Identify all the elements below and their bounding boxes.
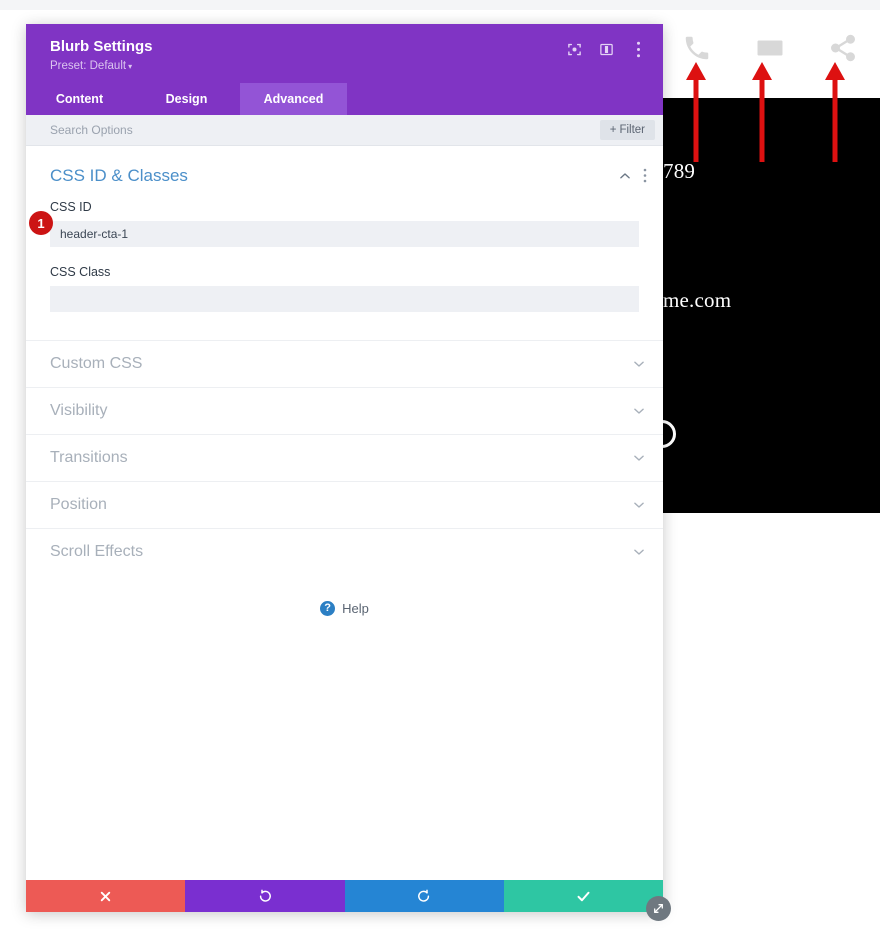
blurb-settings-modal: Blurb Settings Preset: Default ▾ Content… bbox=[26, 24, 663, 912]
modal-body[interactable]: CSS ID & Classes CSS ID header-cta-1 CSS… bbox=[26, 146, 663, 880]
modal-footer-actions bbox=[26, 880, 663, 912]
chevron-down-icon[interactable] bbox=[631, 356, 647, 372]
screenshot-root: 789 me.com Blurb Settings Preset: Defaul… bbox=[0, 0, 880, 938]
css-id-field-group: CSS ID bbox=[26, 200, 663, 248]
preview-top-strip bbox=[0, 0, 880, 10]
redo-button[interactable] bbox=[344, 880, 504, 912]
annotation-badge-1: 1 bbox=[29, 211, 53, 235]
section-position-label: Position bbox=[50, 496, 107, 514]
field-spacer bbox=[26, 247, 663, 261]
tab-advanced[interactable]: Advanced bbox=[240, 83, 347, 116]
annotation-arrow-phone bbox=[685, 62, 707, 162]
help-icon: ? bbox=[320, 601, 336, 617]
help-link[interactable]: ? Help bbox=[26, 575, 663, 617]
tab-design[interactable]: Design bbox=[133, 83, 240, 115]
resize-handle-icon[interactable] bbox=[646, 896, 671, 921]
focus-icon[interactable] bbox=[565, 40, 583, 58]
preview-phone-number: 789 bbox=[663, 159, 696, 183]
section-css-id-classes: CSS ID & Classes CSS ID header-cta-1 CSS… bbox=[26, 146, 663, 340]
section-position[interactable]: Position bbox=[26, 481, 663, 528]
plus-icon: + bbox=[609, 124, 617, 137]
chevron-down-icon[interactable] bbox=[631, 497, 647, 513]
help-label: Help bbox=[342, 601, 369, 617]
page-title: Blurb Settings bbox=[50, 38, 153, 55]
chevron-down-icon[interactable] bbox=[631, 544, 647, 560]
chevron-down-icon[interactable] bbox=[631, 403, 647, 419]
annotation-arrow-share bbox=[824, 62, 846, 162]
undo-button[interactable] bbox=[185, 880, 345, 912]
css-class-label: CSS Class bbox=[50, 265, 111, 280]
modal-tabs: Content Design Advanced bbox=[26, 83, 663, 116]
preview-email-address: me.com bbox=[663, 288, 732, 312]
section-header-controls bbox=[617, 168, 647, 185]
css-class-field-group: CSS Class bbox=[26, 265, 663, 313]
css-class-input[interactable] bbox=[50, 286, 639, 313]
discard-changes-button[interactable] bbox=[26, 880, 186, 912]
preset-label: Preset: Default bbox=[50, 60, 127, 73]
section-bottom-spacer bbox=[26, 312, 663, 340]
css-id-input[interactable] bbox=[50, 221, 639, 248]
modal-header-titles: Blurb Settings Preset: Default ▾ bbox=[50, 37, 153, 72]
css-id-label: CSS ID bbox=[50, 200, 92, 215]
section-scroll-effects[interactable]: Scroll Effects bbox=[26, 528, 663, 575]
section-transitions[interactable]: Transitions bbox=[26, 434, 663, 481]
search-input[interactable] bbox=[50, 123, 600, 138]
section-custom-css-label: Custom CSS bbox=[50, 355, 143, 373]
section-css-id-classes-title: CSS ID & Classes bbox=[50, 166, 188, 186]
chevron-up-icon[interactable] bbox=[617, 168, 633, 184]
filter-button[interactable]: + Filter bbox=[599, 120, 655, 141]
chevron-down-icon: ▾ bbox=[128, 62, 133, 72]
filter-button-label: Filter bbox=[619, 124, 645, 137]
section-custom-css[interactable]: Custom CSS bbox=[26, 340, 663, 387]
save-changes-button[interactable] bbox=[503, 880, 663, 912]
section-more-options-icon[interactable] bbox=[643, 168, 647, 185]
tab-content[interactable]: Content bbox=[26, 83, 133, 115]
preset-selector[interactable]: Preset: Default ▾ bbox=[50, 60, 153, 72]
section-visibility[interactable]: Visibility bbox=[26, 387, 663, 434]
layout-icon[interactable] bbox=[597, 40, 615, 58]
section-visibility-label: Visibility bbox=[50, 402, 108, 420]
section-css-id-classes-header[interactable]: CSS ID & Classes bbox=[26, 146, 663, 196]
more-options-icon[interactable] bbox=[629, 40, 647, 58]
modal-header: Blurb Settings Preset: Default ▾ bbox=[26, 24, 663, 84]
section-transitions-label: Transitions bbox=[50, 449, 128, 467]
chevron-down-icon[interactable] bbox=[631, 450, 647, 466]
annotation-arrow-email bbox=[751, 62, 773, 162]
modal-header-icons bbox=[565, 37, 647, 58]
search-options-row: +Filter bbox=[26, 115, 663, 147]
section-scroll-effects-label: Scroll Effects bbox=[50, 543, 144, 561]
